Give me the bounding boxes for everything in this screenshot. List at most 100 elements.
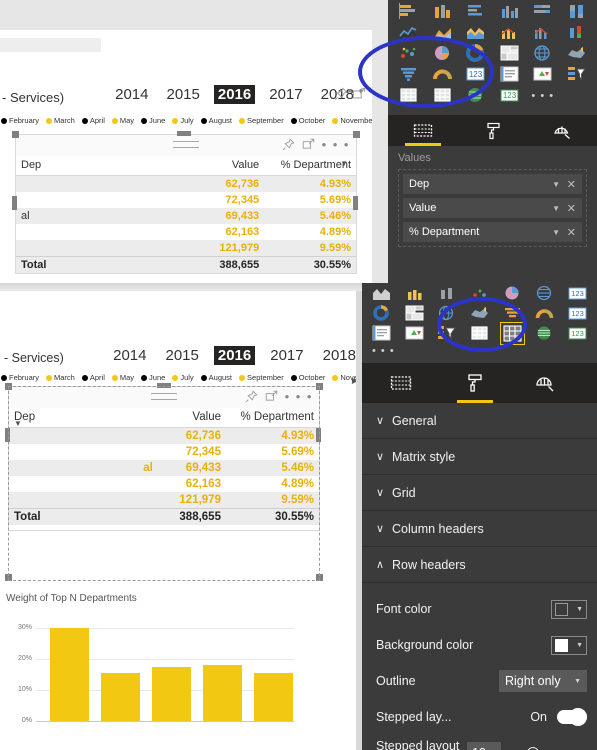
chevron-down-icon[interactable]: ▼ bbox=[552, 180, 560, 189]
viz-card[interactable]: 123 bbox=[561, 284, 594, 303]
year-slicer-items[interactable]: 2014 2015 2016 2017 2018 bbox=[109, 346, 356, 365]
slicer-year-2017[interactable]: 2017 bbox=[265, 85, 306, 104]
more-options-icon[interactable]: • • • bbox=[348, 84, 372, 97]
pane-tabs-top[interactable] bbox=[388, 115, 597, 146]
slicer-year-2014[interactable]: 2014 bbox=[109, 346, 150, 365]
stepped-layout-control[interactable]: On bbox=[530, 708, 587, 726]
fields-tab[interactable] bbox=[388, 115, 458, 146]
table-row[interactable]: 72,345 5.69% bbox=[16, 192, 356, 208]
viz-treemap[interactable] bbox=[493, 44, 527, 63]
visualizations-gallery-bottom[interactable]: 123 123 123 • • • bbox=[362, 283, 597, 363]
close-icon[interactable]: ✕ bbox=[567, 178, 576, 191]
font-color-picker[interactable]: ▼ bbox=[551, 599, 587, 619]
slicer-year-2016[interactable]: 2016 bbox=[213, 346, 256, 365]
viz-multi-row-card[interactable] bbox=[365, 324, 398, 343]
close-icon[interactable]: ✕ bbox=[567, 202, 576, 215]
viz-line-chart[interactable] bbox=[392, 23, 426, 42]
viz-donut-chart[interactable] bbox=[365, 304, 398, 323]
viz-python-script[interactable]: 123 bbox=[493, 86, 527, 105]
viz-matrix-selected[interactable] bbox=[496, 322, 529, 345]
format-section-column-headers[interactable]: ∨ Column headers bbox=[362, 511, 597, 547]
column-header-value[interactable]: Value bbox=[192, 156, 265, 176]
bar-5[interactable] bbox=[254, 673, 293, 721]
table-row[interactable]: 62,163 4.89% bbox=[16, 224, 356, 240]
viz-treemap[interactable] bbox=[398, 304, 431, 323]
viz-multi-row-card[interactable] bbox=[493, 65, 527, 84]
sort-descending-icon[interactable]: ▼ bbox=[340, 159, 348, 168]
table-row[interactable]: 121,979 9.59% bbox=[16, 240, 356, 257]
viz-line-stacked-column-chart[interactable] bbox=[398, 284, 431, 303]
values-dropzone[interactable]: Dep ▼ ✕ Value ▼ ✕ % Department ▼ ✕ bbox=[398, 169, 587, 247]
viz-pie-chart[interactable] bbox=[496, 284, 529, 303]
viz-funnel-chart[interactable] bbox=[496, 304, 529, 323]
field-chip-pct-department[interactable]: % Department ▼ ✕ bbox=[403, 222, 582, 242]
format-tab[interactable] bbox=[458, 115, 528, 146]
viz-filled-map[interactable] bbox=[463, 304, 496, 323]
matrix-visual-top[interactable]: • • • Dep ▼ Value % Department 62,736 4.… bbox=[15, 134, 357, 274]
visual-header-icons[interactable]: • • • bbox=[282, 138, 350, 151]
indentation-slider[interactable] bbox=[509, 746, 587, 750]
more-options-icon[interactable]: • • • bbox=[322, 138, 350, 151]
more-visuals-label[interactable]: • • • bbox=[372, 345, 395, 357]
viz-kpi[interactable] bbox=[526, 65, 560, 84]
field-chip-value[interactable]: Value ▼ ✕ bbox=[403, 198, 582, 218]
viz-pie-chart[interactable] bbox=[426, 44, 460, 63]
viz-matrix[interactable] bbox=[426, 86, 460, 105]
visualizations-gallery-top[interactable]: 123 123 • • • bbox=[388, 0, 597, 115]
viz-clustered-bar-chart[interactable] bbox=[459, 2, 493, 21]
table-row[interactable]: 62,736 4.93% bbox=[16, 175, 356, 192]
matrix-table[interactable]: Dep ▼ Value % Department 62,736 4.93% 72… bbox=[16, 156, 356, 273]
viz-table[interactable] bbox=[392, 86, 426, 105]
viz-100-stacked-column-chart[interactable] bbox=[560, 2, 594, 21]
property-background-color[interactable]: Background color ▼ bbox=[362, 627, 597, 663]
drag-handle[interactable] bbox=[173, 141, 199, 148]
slicer-year-2016[interactable]: 2016 bbox=[213, 85, 256, 104]
close-icon[interactable]: ✕ bbox=[567, 226, 576, 239]
canvas-scrollbar-gutter[interactable] bbox=[356, 291, 362, 750]
viz-stacked-area-chart[interactable] bbox=[459, 23, 493, 42]
resize-handle-nw[interactable] bbox=[12, 131, 19, 138]
viz-line-stacked-column-chart[interactable] bbox=[493, 23, 527, 42]
bar-1[interactable] bbox=[50, 628, 89, 721]
viz-gauge-chart[interactable] bbox=[426, 65, 460, 84]
analytics-tab[interactable] bbox=[527, 115, 597, 146]
chevron-down-icon[interactable]: ▼ bbox=[576, 606, 583, 613]
viz-kpi[interactable] bbox=[398, 324, 431, 343]
analytics-tab[interactable] bbox=[510, 363, 580, 403]
viz-100-stacked-bar-chart[interactable] bbox=[526, 2, 560, 21]
fields-well-panel[interactable]: Values Dep ▼ ✕ Value ▼ ✕ % Department ▼ … bbox=[388, 146, 597, 283]
indentation-value-input[interactable]: 10 bbox=[467, 742, 501, 750]
viz-filled-map[interactable] bbox=[560, 44, 594, 63]
format-tab[interactable] bbox=[440, 363, 510, 403]
bar-2[interactable] bbox=[101, 673, 140, 721]
bar-4[interactable] bbox=[203, 665, 242, 721]
format-pane[interactable]: ∨ General ∨ Matrix style ∨ Grid ∨ Column… bbox=[362, 403, 597, 750]
resize-handle-e[interactable] bbox=[353, 196, 358, 210]
viz-card[interactable]: 123 bbox=[459, 65, 493, 84]
viz-r-script[interactable] bbox=[529, 324, 562, 343]
viz-stacked-area-chart[interactable] bbox=[365, 284, 398, 303]
viz-map[interactable] bbox=[526, 44, 560, 63]
visual-type-grid[interactable]: 123 123 • • • bbox=[388, 0, 597, 107]
viz-clustered-column-chart[interactable] bbox=[493, 2, 527, 21]
slicer-year-2015[interactable]: 2015 bbox=[162, 346, 203, 365]
visual-type-grid[interactable]: 123 123 123 bbox=[362, 283, 597, 345]
bar-3[interactable] bbox=[152, 667, 191, 721]
focus-mode-icon[interactable] bbox=[302, 138, 315, 151]
table-row[interactable]: al 69,433 5.46% bbox=[16, 208, 356, 224]
year-slicer-items[interactable]: 2014 2015 2016 2017 2018 bbox=[111, 85, 358, 104]
property-stepped-layout-indentation[interactable]: Stepped layout i... 10 bbox=[362, 735, 597, 750]
indentation-control[interactable]: 10 bbox=[467, 742, 587, 750]
viz-slicer[interactable] bbox=[560, 65, 594, 84]
chevron-down-icon[interactable]: ▼ bbox=[552, 204, 560, 213]
viz-ribbon-chart[interactable] bbox=[560, 23, 594, 42]
slicer-year-2015[interactable]: 2015 bbox=[163, 85, 204, 104]
viz-scatter-chart[interactable] bbox=[463, 284, 496, 303]
fields-tab[interactable] bbox=[362, 363, 440, 403]
viz-funnel-chart[interactable] bbox=[392, 65, 426, 84]
slicer-year-2017[interactable]: 2017 bbox=[266, 346, 307, 365]
bar-chart-visual[interactable]: Weight of Top N Departments 30% 20% 10% … bbox=[6, 593, 336, 743]
chevron-down-icon[interactable]: ▼ bbox=[552, 228, 560, 237]
viz-more-visuals[interactable]: • • • bbox=[526, 86, 560, 105]
viz-card-number[interactable]: 123 bbox=[561, 304, 594, 323]
